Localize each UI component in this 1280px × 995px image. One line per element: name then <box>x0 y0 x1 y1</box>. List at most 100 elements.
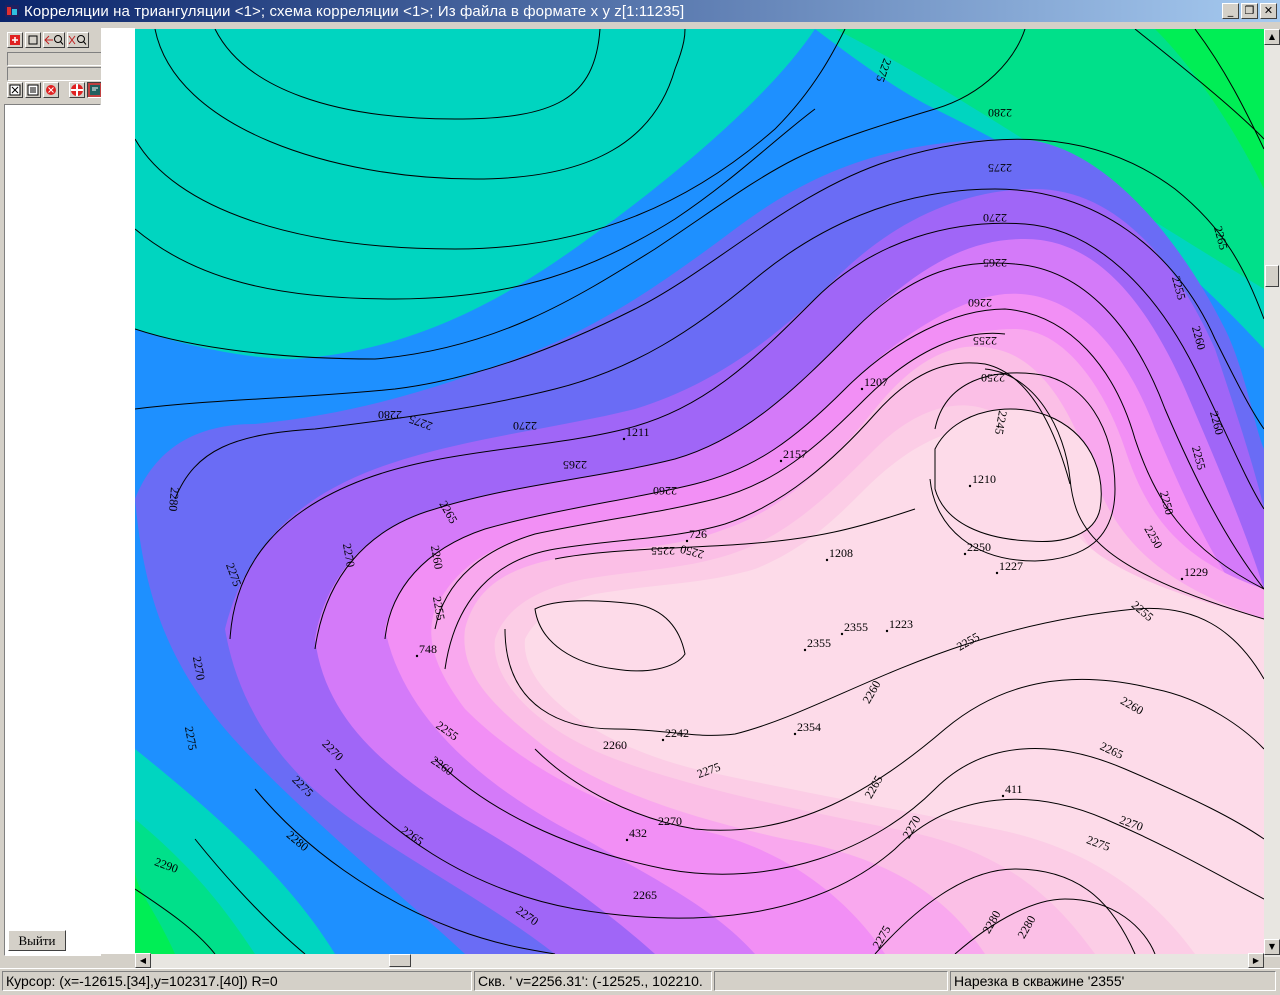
stop-icon[interactable] <box>43 82 59 98</box>
frame-icon[interactable] <box>25 32 41 48</box>
well-marker[interactable]: 726 <box>685 527 707 543</box>
well-label: 2355 <box>807 636 831 650</box>
well-label: 1211 <box>626 425 650 439</box>
well-dot <box>885 629 889 633</box>
cut-status: Нарезка в скважине '2355' <box>950 971 1276 991</box>
toolbar-row <box>7 32 89 48</box>
minimize-button[interactable]: _ <box>1222 3 1239 19</box>
pan-zoom-icon[interactable] <box>43 32 65 48</box>
well-dot <box>803 648 807 652</box>
well-label: 1207 <box>864 375 888 389</box>
well-label: 748 <box>419 642 437 656</box>
well-marker[interactable]: 748 <box>415 642 437 658</box>
well-dot <box>685 539 689 543</box>
contour-label: 2280 <box>378 408 402 422</box>
well-dot <box>968 484 972 488</box>
contour-label: 2255 <box>973 334 997 348</box>
well-marker[interactable]: 1211 <box>622 425 650 441</box>
well-marker[interactable]: 1207 <box>860 375 888 391</box>
well-label: 726 <box>689 527 707 541</box>
well-label: 1229 <box>1184 565 1208 579</box>
well-dot <box>1180 577 1184 581</box>
contour-label: 2280 <box>166 487 182 512</box>
contour-label: 2250 <box>981 371 1005 385</box>
well-dot <box>793 732 797 736</box>
well-marker[interactable]: 2242 <box>661 726 689 742</box>
close-button[interactable]: ✕ <box>1260 3 1277 19</box>
scroll-left-icon[interactable]: ◀ <box>135 953 151 968</box>
well-marker[interactable]: 2250 <box>963 540 991 556</box>
horizontal-scrollbar[interactable]: ◀ ▶ <box>135 953 1264 968</box>
vertical-scroll-thumb[interactable] <box>1265 265 1279 287</box>
well-dot <box>415 654 419 658</box>
fit-all-icon[interactable] <box>7 32 23 48</box>
well-dot <box>825 558 829 562</box>
scroll-right-icon[interactable]: ▶ <box>1248 953 1264 968</box>
zoom-out-icon[interactable] <box>67 32 89 48</box>
well-dot <box>661 738 665 742</box>
well-label: 2157 <box>783 447 807 461</box>
well-marker[interactable]: 1208 <box>825 546 853 562</box>
well-label: 1208 <box>829 546 853 560</box>
empty-status <box>714 971 948 991</box>
object-list[interactable] <box>4 104 101 956</box>
well-marker[interactable]: 1210 <box>968 472 996 488</box>
contour-label: 2260 <box>968 296 992 310</box>
well-status: Скв. ' v=2256.31': (-12525., 102210. <box>474 971 712 991</box>
well-dot <box>995 571 999 575</box>
contour-label: 2260 <box>603 738 627 752</box>
well-label: 2242 <box>665 726 689 740</box>
well-label: 1227 <box>999 559 1023 573</box>
well-dot <box>625 838 629 842</box>
toolbar-slot <box>7 52 109 66</box>
toolbar-slot <box>7 67 109 81</box>
well-marker[interactable]: 432 <box>625 826 647 842</box>
cursor-status: Курсор: (x=-12615.[34],y=102317.[40]) R=… <box>2 971 472 991</box>
well-label: 2354 <box>797 720 821 734</box>
contour-label: 2270 <box>513 419 537 433</box>
well-dot <box>963 552 967 556</box>
contour-label: 2260 <box>653 484 677 498</box>
well-label: 411 <box>1005 782 1023 796</box>
well-dot <box>860 387 864 391</box>
horizontal-scroll-thumb[interactable] <box>389 954 411 967</box>
contour-label: 2265 <box>983 256 1007 270</box>
map-margin <box>101 28 135 954</box>
well-marker[interactable]: 2355 <box>840 620 868 636</box>
exit-button[interactable]: Выйти <box>8 930 66 951</box>
contour-label: 2270 <box>983 211 1007 225</box>
scroll-up-icon[interactable]: ▲ <box>1264 29 1280 45</box>
properties-icon[interactable] <box>25 82 41 98</box>
contour-map[interactable]: 2275 2280 2275 2270 2265 2260 2255 2250 2245 2280… <box>135 29 1264 954</box>
app-icon <box>5 5 19 17</box>
scroll-down-icon[interactable]: ▼ <box>1264 939 1280 955</box>
well-marker[interactable]: 2157 <box>779 447 807 463</box>
contour-label: 2255 <box>651 544 675 558</box>
window-title: Корреляции на триангуляции <1>; схема ко… <box>24 2 685 20</box>
well-marker[interactable]: 411 <box>1001 782 1023 798</box>
well-marker[interactable]: 1227 <box>995 559 1023 575</box>
contour-label: 2280 <box>988 106 1012 120</box>
well-marker[interactable]: 2355 <box>803 636 831 652</box>
well-label: 432 <box>629 826 647 840</box>
contour-label: 2265 <box>633 888 657 902</box>
well-dot <box>622 437 626 441</box>
contour-label: 2265 <box>563 458 587 472</box>
well-label: 2250 <box>967 540 991 554</box>
move-icon[interactable] <box>69 82 85 98</box>
close-icon[interactable] <box>7 82 23 98</box>
left-panel: Выйти <box>0 28 112 957</box>
well-marker[interactable]: 1229 <box>1180 565 1208 581</box>
well-dot <box>1001 794 1005 798</box>
well-label: 1210 <box>972 472 996 486</box>
well-label: 2355 <box>844 620 868 634</box>
contour-label: 2270 <box>658 814 682 828</box>
vertical-scrollbar[interactable]: ▲ ▼ <box>1264 29 1280 957</box>
well-marker[interactable]: 2354 <box>793 720 821 736</box>
well-marker[interactable]: 1223 <box>885 617 913 633</box>
well-dot <box>779 459 783 463</box>
restore-button[interactable]: ❐ <box>1241 3 1258 19</box>
title-bar: Корреляции на триангуляции <1>; схема ко… <box>0 0 1280 22</box>
well-dot <box>840 632 844 636</box>
